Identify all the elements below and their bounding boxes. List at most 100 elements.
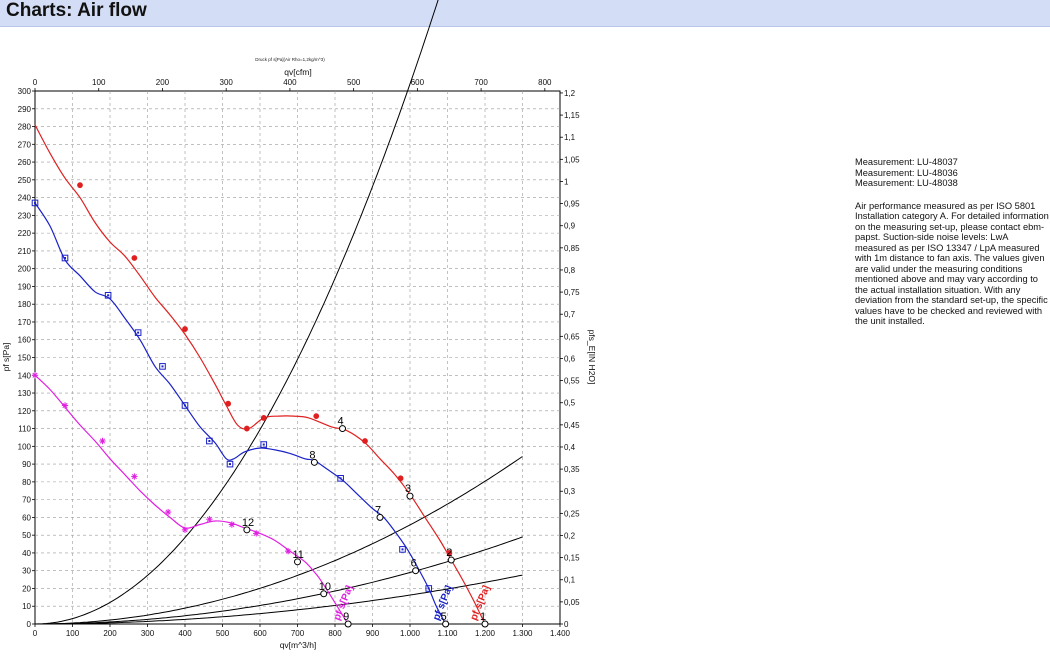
y-right-tick-label: 0,3 — [564, 487, 576, 496]
y-right-tick-label: 0,1 — [564, 576, 576, 585]
operating-point-label: 7 — [375, 504, 381, 516]
y-right-tick-label: 0,15 — [564, 554, 580, 563]
y-right-tick-label: 1,15 — [564, 111, 580, 120]
y-tick-label: 280 — [18, 123, 32, 132]
operating-point-label: 11 — [293, 549, 304, 561]
y-tick-label: 10 — [22, 602, 31, 611]
x-tick-label: 800 — [328, 629, 342, 638]
operating-point-label: 12 — [242, 517, 254, 529]
y-tick-label: 220 — [18, 229, 32, 238]
y-right-tick-label: 0 — [564, 620, 569, 629]
data-point-marker — [77, 182, 83, 189]
y-right-tick-label: 0,95 — [564, 200, 580, 209]
y-tick-label: 140 — [18, 371, 32, 380]
measurement-line: Measurement: LU-48036 — [855, 167, 958, 178]
y-tick-label: 170 — [18, 318, 32, 327]
x-tick-label: 1.000 — [400, 629, 421, 638]
data-point-marker-center — [34, 201, 36, 204]
data-point-marker-center — [184, 404, 186, 407]
y-right-tick-label: 0,25 — [564, 509, 580, 518]
data-point-marker-center — [262, 443, 265, 446]
data-point-marker — [253, 530, 260, 537]
y-tick-label: 130 — [18, 389, 32, 398]
operating-point-label: 5 — [441, 611, 447, 623]
x-top-tick-label: 700 — [474, 78, 488, 87]
y-tick-label: 70 — [22, 496, 31, 505]
y-right-tick-label: 0,05 — [564, 598, 580, 607]
x-tick-label: 900 — [366, 629, 380, 638]
data-point-marker — [206, 515, 213, 523]
operating-point-label: 1 — [480, 611, 486, 623]
x-axis-label: qv[m^3/h] — [280, 640, 317, 650]
y-tick-label: 100 — [18, 442, 32, 451]
x-tick-label: 500 — [216, 629, 230, 638]
x-tick-label: 100 — [66, 629, 80, 638]
x-tick-label: 1.300 — [512, 629, 533, 638]
air-performance-description: Air performance measured as per ISO 5801… — [855, 200, 1049, 327]
data-point-marker-center — [161, 365, 164, 368]
x-top-tick-label: 200 — [156, 78, 170, 87]
y-right-tick-label: 0,75 — [564, 288, 580, 297]
y-right-tick-label: 0,65 — [564, 332, 580, 341]
y-tick-label: 250 — [18, 176, 32, 185]
data-point-marker-center — [229, 463, 231, 466]
y-tick-label: 0 — [27, 620, 32, 629]
y-right-tick-label: 0,6 — [564, 354, 576, 363]
operating-point-label: 2 — [446, 547, 452, 559]
y-right-tick-label: 1,1 — [564, 133, 576, 142]
data-point-marker-center — [339, 477, 342, 480]
data-point-marker-center — [208, 440, 211, 443]
x-tick-label: 300 — [141, 629, 155, 638]
measurement-line: Measurement: LU-48038 — [855, 178, 958, 188]
operating-point-label: 4 — [338, 416, 344, 428]
y-axis-right-label: pfs_E[IN H2O] — [587, 330, 597, 385]
system-curve-1 — [34, 0, 439, 625]
x-axis-top-label: qv[cfm] — [284, 67, 311, 77]
y-right-tick-label: 0,55 — [564, 377, 580, 386]
y-right-tick-label: 0,45 — [564, 421, 580, 430]
y-right-tick-label: 0,35 — [564, 465, 580, 474]
x-top-tick-label: 300 — [220, 78, 234, 87]
y-right-tick-label: 0,8 — [564, 266, 576, 275]
fan-curve-2 — [34, 202, 447, 625]
data-point-marker — [131, 255, 138, 261]
y-tick-label: 40 — [22, 549, 31, 558]
data-point-marker-center — [107, 294, 110, 297]
y-tick-label: 120 — [18, 407, 32, 416]
y-tick-label: 260 — [18, 158, 32, 167]
y-axis-label: pf s[Pa] — [1, 343, 11, 372]
x-top-tick-label: 800 — [538, 78, 552, 87]
x-top-tick-label: 0 — [33, 78, 38, 87]
y-tick-label: 210 — [18, 247, 32, 256]
x-tick-label: 0 — [33, 629, 38, 638]
y-tick-label: 240 — [18, 194, 32, 203]
data-point-marker — [131, 473, 138, 480]
x-tick-label: 1.400 — [550, 629, 571, 638]
y-tick-label: 290 — [18, 105, 32, 114]
y-tick-label: 60 — [22, 513, 31, 522]
data-point-marker — [61, 402, 69, 409]
y-right-tick-label: 1,2 — [564, 89, 576, 98]
operating-point-label: 8 — [309, 449, 315, 461]
notes-panel: Measurement: LU-48037 Measurement: LU-48… — [855, 157, 1050, 327]
y-tick-label: 150 — [18, 354, 32, 363]
x-tick-label: 200 — [103, 629, 117, 638]
chart-subtitle: Druck pf s[Pa](Air Rho=1,2kg/m^3) — [255, 57, 325, 62]
data-point-marker — [182, 326, 188, 332]
y-right-tick-label: 0,7 — [564, 310, 576, 319]
data-point-marker-center — [64, 257, 66, 260]
y-right-tick-label: 1,05 — [564, 155, 580, 164]
y-tick-label: 110 — [18, 425, 31, 434]
y-tick-label: 300 — [18, 87, 32, 96]
air-flow-chart: Druck pf s[Pa](Air Rho=1,2kg/m^3) qv[cfm… — [1, 0, 597, 650]
operating-point-label: 3 — [405, 483, 411, 495]
data-point-marker-center — [401, 548, 404, 551]
data-point-marker-center — [427, 587, 430, 590]
x-tick-label: 400 — [178, 629, 192, 638]
operating-point-label: 6 — [411, 558, 417, 570]
y-tick-label: 90 — [22, 460, 31, 469]
y-right-tick-label: 0,9 — [564, 222, 576, 231]
x-tick-label: 1.200 — [475, 629, 496, 638]
y-tick-label: 50 — [22, 531, 31, 540]
x-top-tick-label: 600 — [411, 78, 425, 87]
